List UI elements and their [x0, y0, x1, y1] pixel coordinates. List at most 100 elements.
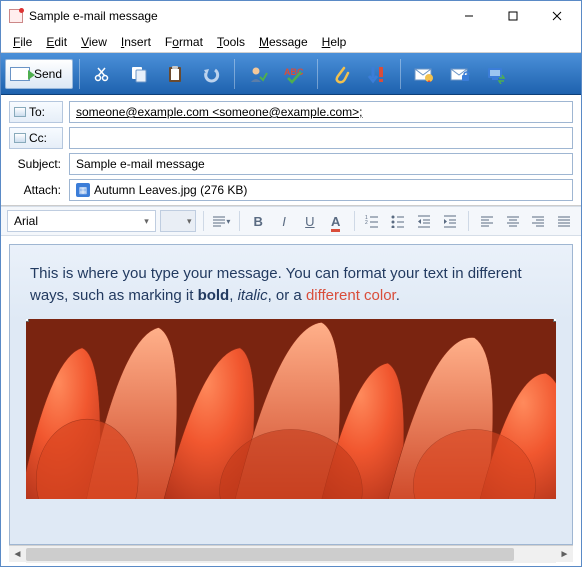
- encrypt-button[interactable]: [443, 57, 477, 91]
- indent-icon: [443, 214, 457, 228]
- italic-button[interactable]: I: [273, 210, 295, 232]
- align-justify-button[interactable]: [553, 210, 575, 232]
- chevron-down-icon: ▾: [187, 216, 192, 227]
- outdent-button[interactable]: [413, 210, 435, 232]
- person-check-icon: [248, 64, 268, 84]
- cut-button[interactable]: [86, 57, 120, 91]
- bold-button[interactable]: B: [247, 210, 269, 232]
- send-button[interactable]: Send: [5, 59, 73, 89]
- align-justify-icon: [557, 214, 571, 228]
- attach-label: Attach:: [9, 183, 63, 197]
- cc-label: Cc:: [29, 131, 47, 145]
- check-names-button[interactable]: [241, 57, 275, 91]
- paste-button[interactable]: [158, 57, 192, 91]
- paperclip-icon: [332, 64, 350, 84]
- svg-text:2: 2: [365, 220, 368, 226]
- align-center-button[interactable]: [502, 210, 524, 232]
- align-center-icon: [506, 214, 520, 228]
- image-file-icon: ▦: [76, 183, 90, 197]
- scroll-left-button[interactable]: ◄: [9, 546, 26, 563]
- body-color: different color: [306, 287, 396, 304]
- numbered-list-button[interactable]: 12: [362, 210, 384, 232]
- outdent-icon: [417, 214, 431, 228]
- priority-button[interactable]: [360, 57, 394, 91]
- addressbook-icon: [14, 133, 26, 143]
- subject-value: Sample e-mail message: [76, 157, 205, 171]
- font-size-select[interactable]: ▾: [160, 210, 196, 232]
- cc-field[interactable]: [69, 127, 573, 149]
- ol-icon: 12: [365, 214, 379, 228]
- minimize-button[interactable]: [447, 2, 491, 30]
- addressbook-icon: [14, 107, 26, 117]
- paragraph-style-button[interactable]: ▾: [211, 210, 233, 232]
- send-label: Send: [34, 67, 62, 81]
- indent-button[interactable]: [439, 210, 461, 232]
- computer-sync-icon: [485, 64, 507, 84]
- message-body[interactable]: This is where you type your message. You…: [9, 244, 573, 545]
- to-button[interactable]: To:: [9, 101, 63, 123]
- header-fields: To: someone@example.com <someone@example…: [1, 95, 581, 206]
- subject-label: Subject:: [9, 157, 63, 171]
- to-field[interactable]: someone@example.com <someone@example.com…: [69, 101, 573, 123]
- app-icon: [9, 9, 23, 23]
- attach-file-button[interactable]: [324, 57, 358, 91]
- to-value: someone@example.com <someone@example.com…: [76, 105, 363, 119]
- menu-bar: File Edit View Insert Format Tools Messa…: [1, 31, 581, 53]
- spelling-button[interactable]: ABC: [277, 57, 311, 91]
- align-right-icon: [531, 214, 545, 228]
- scroll-track[interactable]: [26, 546, 556, 563]
- autumn-leaves-image: [26, 319, 556, 499]
- scissors-icon: [93, 64, 113, 84]
- message-text[interactable]: This is where you type your message. You…: [10, 245, 572, 319]
- subject-field[interactable]: Sample e-mail message: [69, 153, 573, 175]
- window-title: Sample e-mail message: [29, 9, 447, 23]
- menu-view[interactable]: View: [75, 33, 113, 51]
- scroll-right-button[interactable]: ►: [556, 546, 573, 563]
- align-left-button[interactable]: [476, 210, 498, 232]
- offline-button[interactable]: [479, 57, 513, 91]
- spellcheck-icon: ABC: [283, 64, 305, 84]
- body-italic: italic: [238, 287, 268, 304]
- editor-area: This is where you type your message. You…: [1, 236, 581, 566]
- priority-icon: [366, 64, 388, 84]
- menu-file[interactable]: File: [7, 33, 38, 51]
- cc-button[interactable]: Cc:: [9, 127, 63, 149]
- body-bold: bold: [198, 287, 230, 304]
- font-family-select[interactable]: Arial▾: [7, 210, 156, 232]
- font-family-value: Arial: [14, 214, 38, 228]
- align-right-button[interactable]: [527, 210, 549, 232]
- envelope-cert-icon: [413, 64, 435, 84]
- ul-icon: [391, 214, 405, 228]
- horizontal-scrollbar[interactable]: ◄ ►: [9, 545, 573, 562]
- font-color-button[interactable]: A: [325, 210, 347, 232]
- paragraph-icon: [212, 214, 226, 228]
- copy-icon: [129, 64, 149, 84]
- attach-field[interactable]: ▦ Autumn Leaves.jpg (276 KB): [69, 179, 573, 201]
- menu-message[interactable]: Message: [253, 33, 314, 51]
- bullet-list-button[interactable]: [387, 210, 409, 232]
- resize-handle[interactable]: [553, 319, 556, 322]
- resize-handle[interactable]: [26, 319, 29, 322]
- undo-icon: [201, 64, 221, 84]
- scroll-thumb[interactable]: [26, 548, 514, 561]
- maximize-button[interactable]: [491, 2, 535, 30]
- menu-tools[interactable]: Tools: [211, 33, 251, 51]
- close-button[interactable]: [535, 2, 579, 30]
- menu-format[interactable]: Format: [159, 33, 209, 51]
- align-left-icon: [480, 214, 494, 228]
- copy-button[interactable]: [122, 57, 156, 91]
- sign-button[interactable]: [407, 57, 441, 91]
- attach-value: Autumn Leaves.jpg (276 KB): [94, 183, 247, 197]
- underline-button[interactable]: U: [299, 210, 321, 232]
- clipboard-icon: [165, 64, 185, 84]
- send-icon: [10, 67, 30, 81]
- envelope-lock-icon: [449, 64, 471, 84]
- inline-image[interactable]: [26, 319, 556, 499]
- title-bar: Sample e-mail message: [1, 1, 581, 31]
- menu-insert[interactable]: Insert: [115, 33, 157, 51]
- menu-edit[interactable]: Edit: [40, 33, 73, 51]
- menu-help[interactable]: Help: [316, 33, 353, 51]
- undo-button[interactable]: [194, 57, 228, 91]
- format-toolbar: Arial▾ ▾ ▾ B I U A 12: [1, 206, 581, 236]
- main-toolbar: Send ABC: [1, 53, 581, 95]
